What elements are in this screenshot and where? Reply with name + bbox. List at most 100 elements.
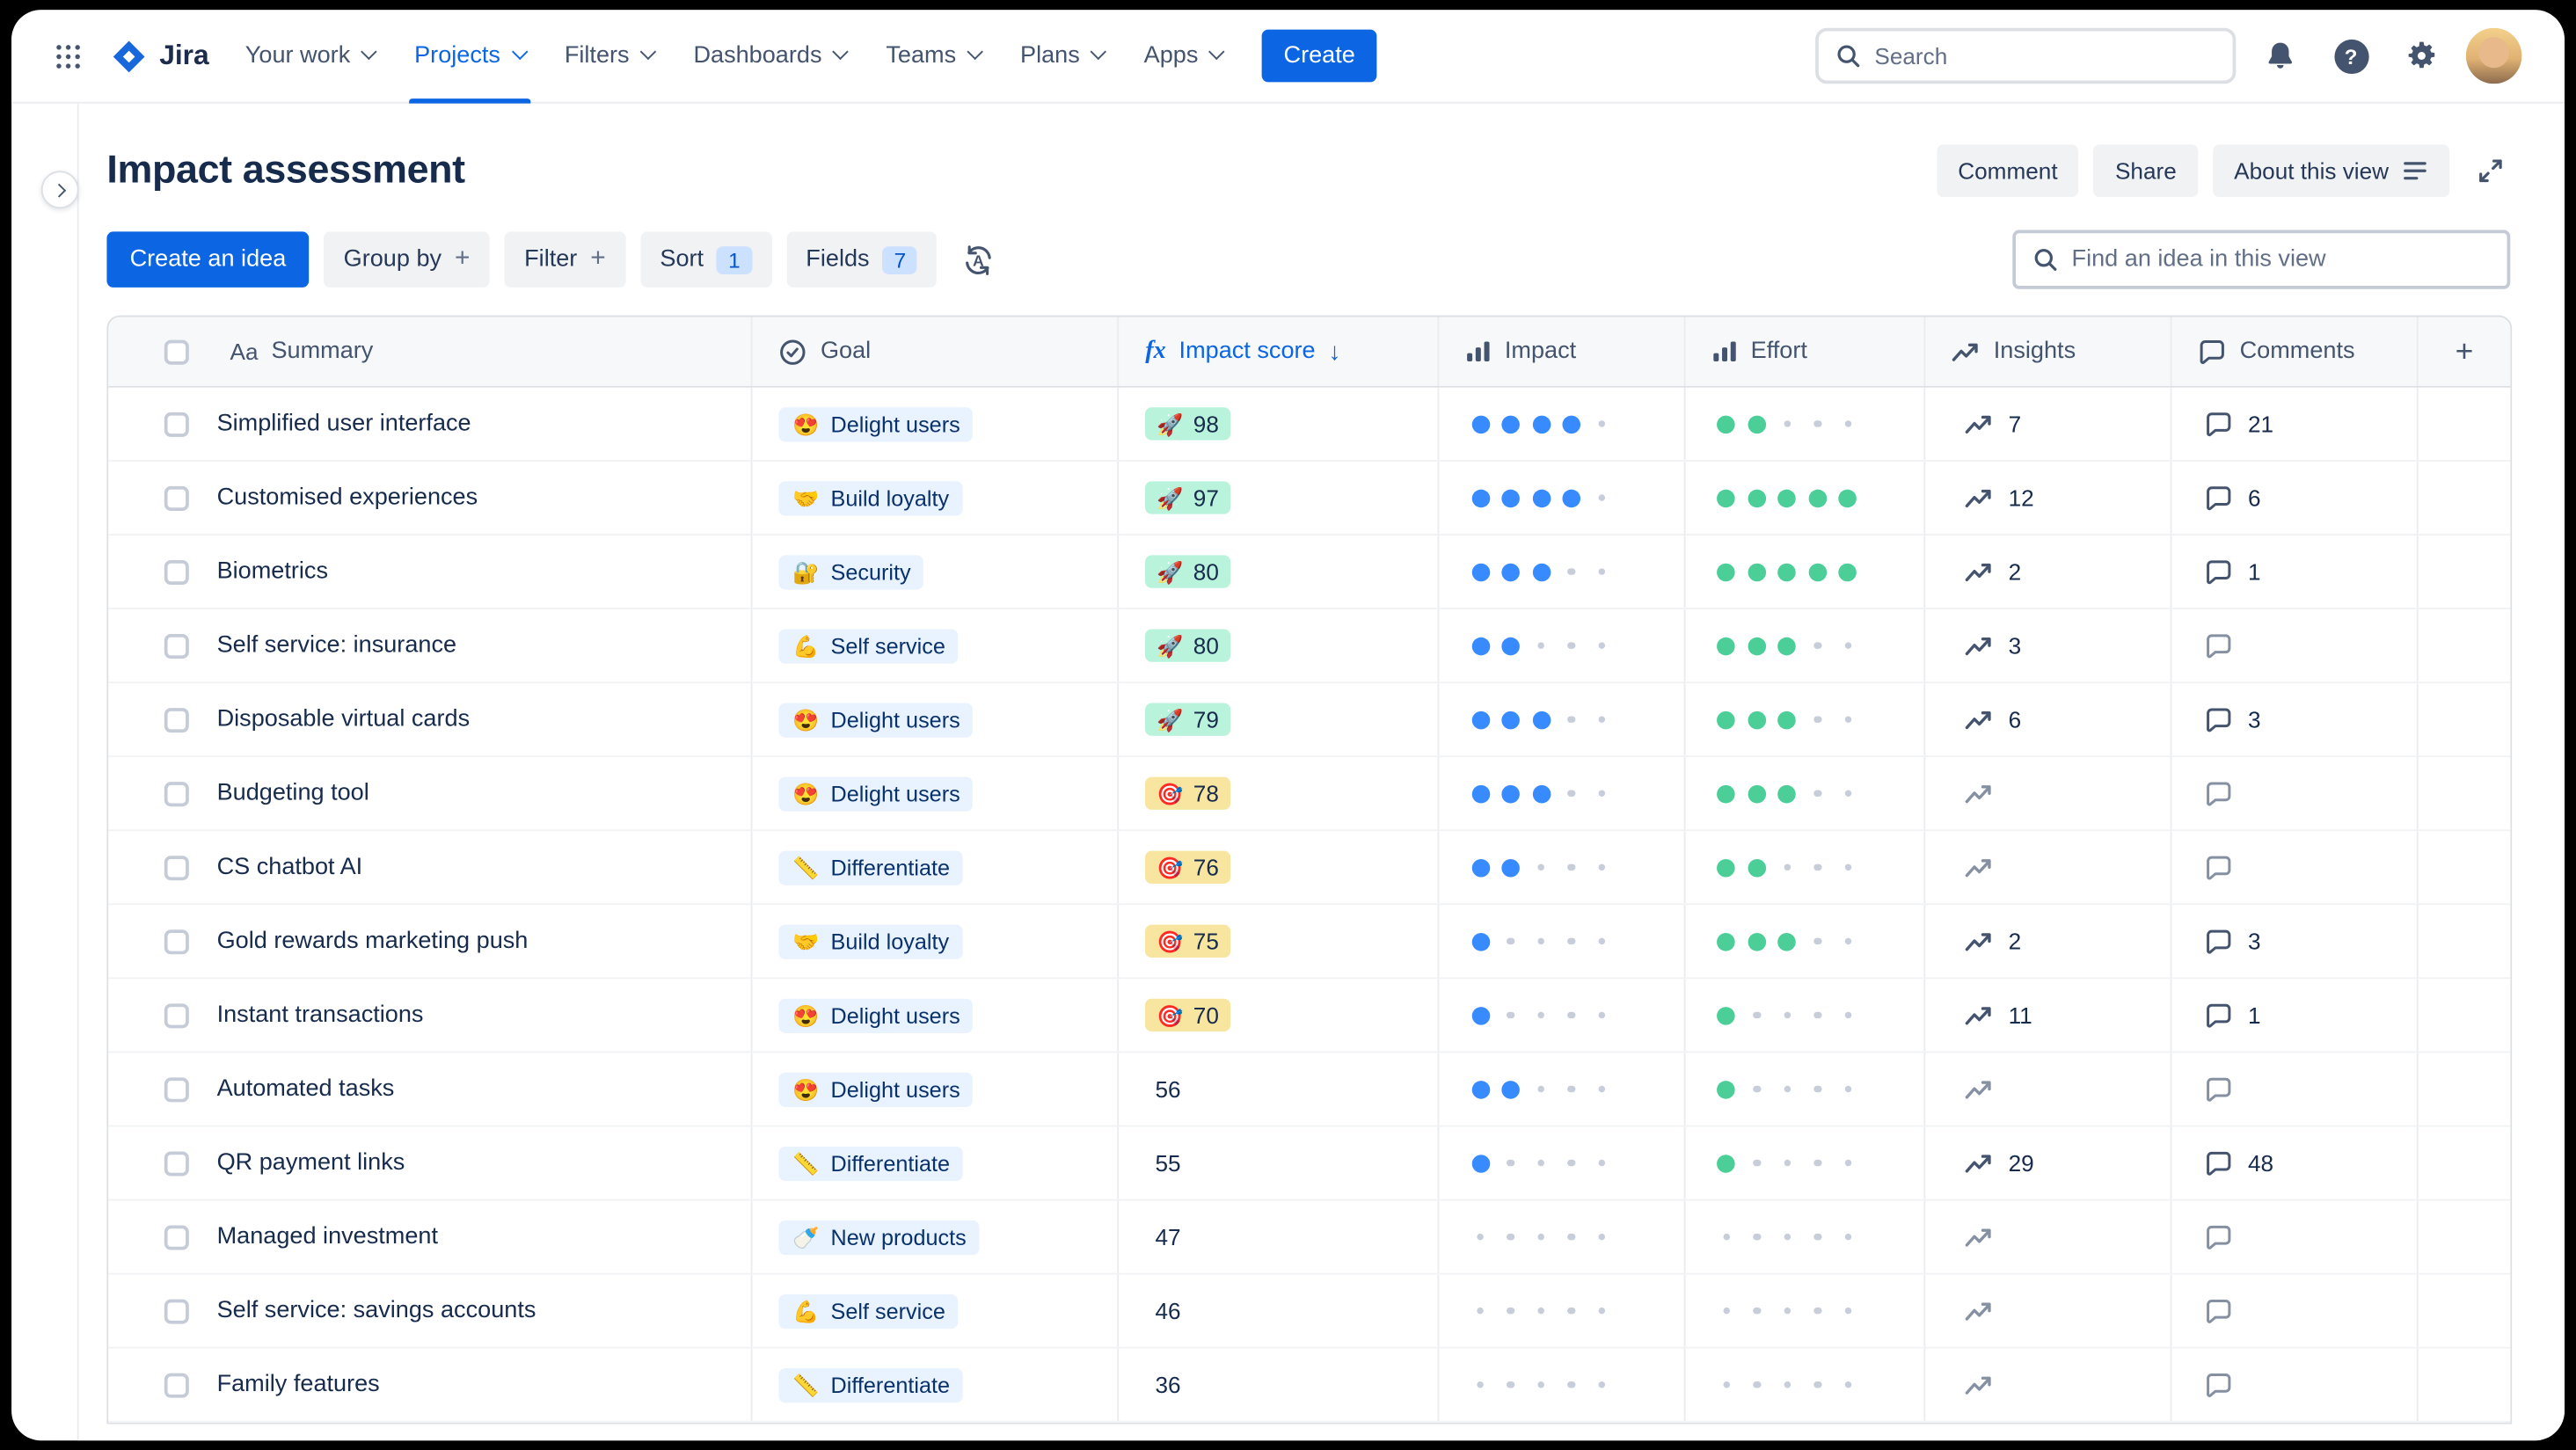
comments-cell[interactable]: 21 <box>2172 387 2419 461</box>
row-checkbox[interactable] <box>164 929 189 954</box>
row-checkbox[interactable] <box>164 707 189 732</box>
impact-score-cell[interactable]: 🎯 70 <box>1119 979 1440 1052</box>
row-checkbox[interactable] <box>164 1002 189 1028</box>
impact-score-cell[interactable]: 47 <box>1119 1200 1440 1273</box>
filter-button[interactable]: Filter + <box>504 231 626 288</box>
summary-cell[interactable]: Family features <box>108 1348 754 1421</box>
comments-cell[interactable] <box>2172 1053 2419 1126</box>
comments-cell[interactable] <box>2172 1200 2419 1273</box>
settings-button[interactable] <box>2396 30 2448 83</box>
row-checkbox[interactable] <box>164 1298 189 1323</box>
goal-chip[interactable]: 💪 Self service <box>779 628 959 663</box>
effort-rating-cell[interactable] <box>1685 1053 1927 1126</box>
impact-rating-cell[interactable] <box>1439 757 1685 830</box>
insights-cell[interactable]: 29 <box>1926 1126 2173 1199</box>
goal-chip[interactable]: 🍼 New products <box>779 1219 980 1255</box>
impact-score-cell[interactable]: 46 <box>1119 1274 1440 1347</box>
sidebar-expand-button[interactable] <box>40 171 79 209</box>
table-row[interactable]: Budgeting tool 😍 Delight users 🎯 78 <box>108 757 2511 832</box>
summary-cell[interactable]: Self service: insurance <box>108 609 754 682</box>
column-header-summary[interactable]: Aa Summary <box>108 317 754 386</box>
impact-rating-cell[interactable] <box>1439 535 1685 608</box>
goal-chip[interactable]: 😍 Delight users <box>779 406 974 441</box>
insights-cell[interactable]: 3 <box>1926 609 2173 682</box>
comments-cell[interactable]: 3 <box>2172 683 2419 756</box>
goal-cell[interactable]: 🤝 Build loyalty <box>753 461 1120 535</box>
add-column-button[interactable]: + <box>2419 317 2510 386</box>
summary-cell[interactable]: CS chatbot AI <box>108 831 754 904</box>
comment-button[interactable]: Comment <box>1936 144 2079 198</box>
column-header-insights[interactable]: Insights <box>1926 317 2172 386</box>
comments-cell[interactable] <box>2172 1274 2419 1347</box>
fields-button[interactable]: Fields 7 <box>785 231 938 288</box>
table-row[interactable]: Biometrics 🔐 Security 🚀 80 2 1 <box>108 535 2511 610</box>
global-search[interactable] <box>1815 27 2237 84</box>
insights-cell[interactable]: 2 <box>1926 535 2173 608</box>
summary-cell[interactable]: Instant transactions <box>108 979 754 1052</box>
find-idea-input[interactable] <box>2071 246 2491 273</box>
comments-cell[interactable]: 6 <box>2172 461 2419 535</box>
column-header-impact-score[interactable]: fx Impact score ↓ <box>1119 317 1440 386</box>
goal-chip[interactable]: 😍 Delight users <box>779 702 974 737</box>
jira-logo[interactable]: Jira <box>110 37 209 75</box>
goal-cell[interactable]: 💪 Self service <box>753 609 1120 682</box>
table-row[interactable]: Self service: savings accounts 💪 Self serv… <box>108 1274 2511 1349</box>
summary-cell[interactable]: Biometrics <box>108 535 754 608</box>
table-row[interactable]: QR payment links 📏 Differentiate 55 29 48 <box>108 1126 2511 1201</box>
impact-rating-cell[interactable] <box>1439 1200 1685 1273</box>
help-button[interactable]: ? <box>2324 30 2377 83</box>
insights-cell[interactable] <box>1926 1053 2173 1126</box>
comments-cell[interactable]: 1 <box>2172 979 2419 1052</box>
create-idea-button[interactable]: Create an idea <box>106 231 310 288</box>
app-switcher-button[interactable] <box>41 30 94 83</box>
row-checkbox[interactable] <box>164 1076 189 1102</box>
effort-rating-cell[interactable] <box>1685 757 1927 830</box>
find-idea-search[interactable] <box>2012 230 2511 289</box>
summary-cell[interactable]: Simplified user interface <box>108 387 754 461</box>
impact-rating-cell[interactable] <box>1439 387 1685 461</box>
summary-cell[interactable]: Self service: savings accounts <box>108 1274 754 1347</box>
summary-cell[interactable]: Automated tasks <box>108 1053 754 1126</box>
impact-rating-cell[interactable] <box>1439 1126 1685 1199</box>
goal-cell[interactable]: 😍 Delight users <box>753 1053 1120 1126</box>
effort-rating-cell[interactable] <box>1685 1200 1927 1273</box>
insights-cell[interactable] <box>1926 757 2173 830</box>
column-header-impact[interactable]: Impact <box>1439 317 1685 386</box>
effort-rating-cell[interactable] <box>1685 461 1927 535</box>
rank-button[interactable]: A <box>952 233 1004 286</box>
table-row[interactable]: Customised experiences 🤝 Build loyalty 🚀 97 1… <box>108 461 2511 536</box>
table-row[interactable]: Disposable virtual cards 😍 Delight users 🚀 7… <box>108 683 2511 758</box>
nav-item-filters[interactable]: Filters <box>544 10 674 103</box>
insights-cell[interactable]: 7 <box>1926 387 2173 461</box>
sort-button[interactable]: Sort 1 <box>639 231 772 288</box>
nav-item-apps[interactable]: Apps <box>1124 10 1243 103</box>
table-row[interactable]: Automated tasks 😍 Delight users 56 <box>108 1053 2511 1127</box>
row-checkbox[interactable] <box>164 781 189 806</box>
global-search-input[interactable] <box>1874 42 2216 69</box>
row-checkbox[interactable] <box>164 411 189 436</box>
impact-score-cell[interactable]: 🚀 98 <box>1119 387 1440 461</box>
impact-rating-cell[interactable] <box>1439 1053 1685 1126</box>
impact-rating-cell[interactable] <box>1439 461 1685 535</box>
effort-rating-cell[interactable] <box>1685 979 1927 1052</box>
summary-cell[interactable]: Budgeting tool <box>108 757 754 830</box>
nav-item-projects[interactable]: Projects <box>395 10 545 103</box>
summary-cell[interactable]: Customised experiences <box>108 461 754 535</box>
goal-chip[interactable]: 🔐 Security <box>779 554 924 589</box>
goal-cell[interactable]: 🍼 New products <box>753 1200 1120 1273</box>
goal-cell[interactable]: 📏 Differentiate <box>753 1348 1120 1421</box>
impact-rating-cell[interactable] <box>1439 683 1685 756</box>
summary-cell[interactable]: Managed investment <box>108 1200 754 1273</box>
impact-score-cell[interactable]: 🚀 97 <box>1119 461 1440 535</box>
impact-score-cell[interactable]: 🚀 80 <box>1119 609 1440 682</box>
insights-cell[interactable] <box>1926 1274 2173 1347</box>
nav-item-teams[interactable]: Teams <box>866 10 1001 103</box>
notifications-button[interactable] <box>2254 30 2307 83</box>
column-header-effort[interactable]: Effort <box>1685 317 1927 386</box>
fullscreen-button[interactable] <box>2464 144 2517 197</box>
impact-score-cell[interactable]: 36 <box>1119 1348 1440 1421</box>
goal-chip[interactable]: 🤝 Build loyalty <box>779 480 963 515</box>
insights-cell[interactable]: 2 <box>1926 905 2173 978</box>
summary-cell[interactable]: Gold rewards marketing push <box>108 905 754 978</box>
goal-cell[interactable]: 🔐 Security <box>753 535 1120 608</box>
